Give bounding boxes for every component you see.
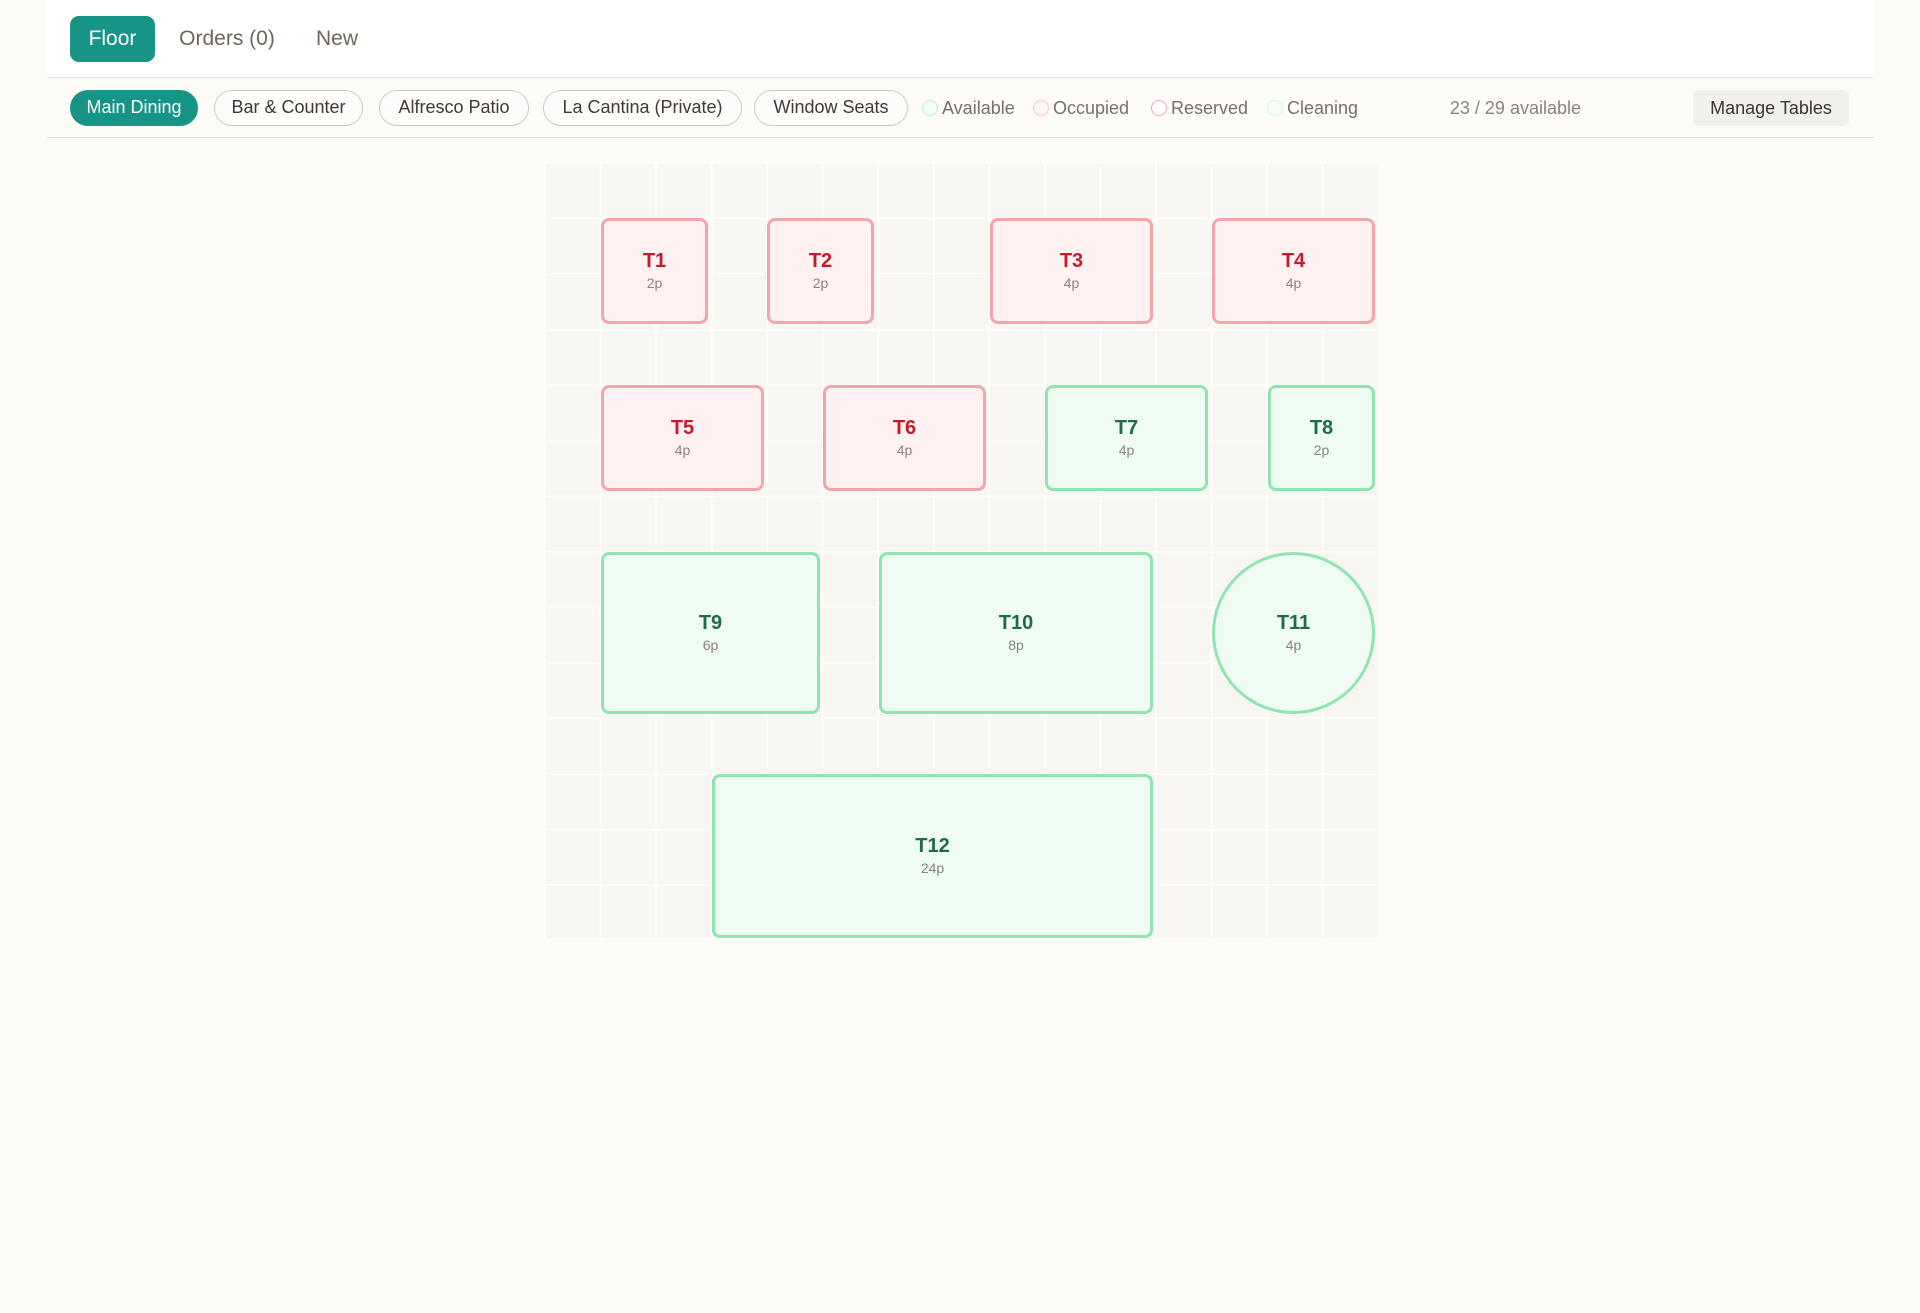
table-t1[interactable]: T1 2p xyxy=(601,218,708,324)
table-t5[interactable]: T5 4p xyxy=(601,385,764,491)
table-name: T2 xyxy=(808,250,833,272)
tab-new[interactable]: New xyxy=(307,16,367,62)
table-t4[interactable]: T4 4p xyxy=(1212,218,1375,324)
manage-tables-button[interactable]: Manage Tables xyxy=(1693,90,1849,126)
table-capacity: 4p xyxy=(1063,275,1080,291)
table-capacity: 24p xyxy=(920,860,945,876)
table-name: T5 xyxy=(670,417,695,439)
table-t3[interactable]: T3 4p xyxy=(990,218,1153,324)
table-capacity: 4p xyxy=(1118,442,1135,458)
table-name: T12 xyxy=(915,835,950,857)
legend-dot-reserved xyxy=(1151,100,1167,116)
table-capacity: 8p xyxy=(1008,637,1024,653)
top-tab-bar: Floor Orders (0) New xyxy=(47,0,1874,78)
table-t7[interactable]: T7 4p xyxy=(1045,385,1208,491)
area-pill-la-cantina[interactable]: La Cantina (Private) xyxy=(543,90,742,126)
legend-dot-occupied xyxy=(1033,100,1049,116)
table-capacity: 4p xyxy=(896,442,913,458)
floor-plan: T1 2p T2 2p T3 4p T4 4p T5 4p T6 4p T7 4p T8 2p … xyxy=(544,162,1377,938)
area-pill-main-dining[interactable]: Main Dining xyxy=(70,90,198,126)
legend-available: Available xyxy=(922,97,1015,119)
table-name: T1 xyxy=(642,250,667,272)
table-capacity: 4p xyxy=(674,442,691,458)
tab-floor[interactable]: Floor xyxy=(70,16,155,62)
legend-cleaning: Cleaning xyxy=(1267,97,1358,119)
area-filter-bar: Main Dining Bar & Counter Alfresco Patio… xyxy=(47,78,1874,138)
table-t10[interactable]: T10 8p xyxy=(879,552,1153,714)
legend-label: Occupied xyxy=(1053,98,1130,118)
tab-orders[interactable]: Orders (0) xyxy=(172,16,282,62)
table-name: T10 xyxy=(998,612,1034,634)
table-name: T8 xyxy=(1309,417,1334,439)
legend-reserved: Reserved xyxy=(1151,97,1248,119)
legend-label: Reserved xyxy=(1171,98,1249,118)
table-capacity: 2p xyxy=(812,275,829,291)
table-name: T11 xyxy=(1276,612,1311,634)
legend-dot-cleaning xyxy=(1267,100,1283,116)
table-name: T4 xyxy=(1281,250,1306,272)
table-t8[interactable]: T8 2p xyxy=(1268,385,1375,491)
table-capacity: 4p xyxy=(1285,637,1302,653)
legend-label: Available xyxy=(942,98,1015,118)
legend-occupied: Occupied xyxy=(1033,97,1129,119)
area-pill-bar-counter[interactable]: Bar & Counter xyxy=(214,90,363,126)
table-t11[interactable]: T11 4p xyxy=(1212,552,1375,714)
table-capacity: 4p xyxy=(1285,275,1302,291)
table-name: T6 xyxy=(892,417,917,439)
legend-dot-available xyxy=(922,100,938,116)
table-capacity: 2p xyxy=(646,275,663,291)
availability-count: 23 / 29 available xyxy=(1449,98,1581,118)
table-name: T9 xyxy=(698,612,723,634)
table-capacity: 2p xyxy=(1313,442,1330,458)
table-name: T7 xyxy=(1114,417,1139,439)
table-capacity: 6p xyxy=(702,637,719,653)
table-name: T3 xyxy=(1059,250,1084,272)
table-t2[interactable]: T2 2p xyxy=(767,218,874,324)
table-t12[interactable]: T12 24p xyxy=(712,774,1153,938)
area-pill-alfresco-patio[interactable]: Alfresco Patio xyxy=(379,90,529,126)
table-t6[interactable]: T6 4p xyxy=(823,385,986,491)
table-t9[interactable]: T9 6p xyxy=(601,552,820,714)
area-pill-window-seats[interactable]: Window Seats xyxy=(754,90,908,126)
